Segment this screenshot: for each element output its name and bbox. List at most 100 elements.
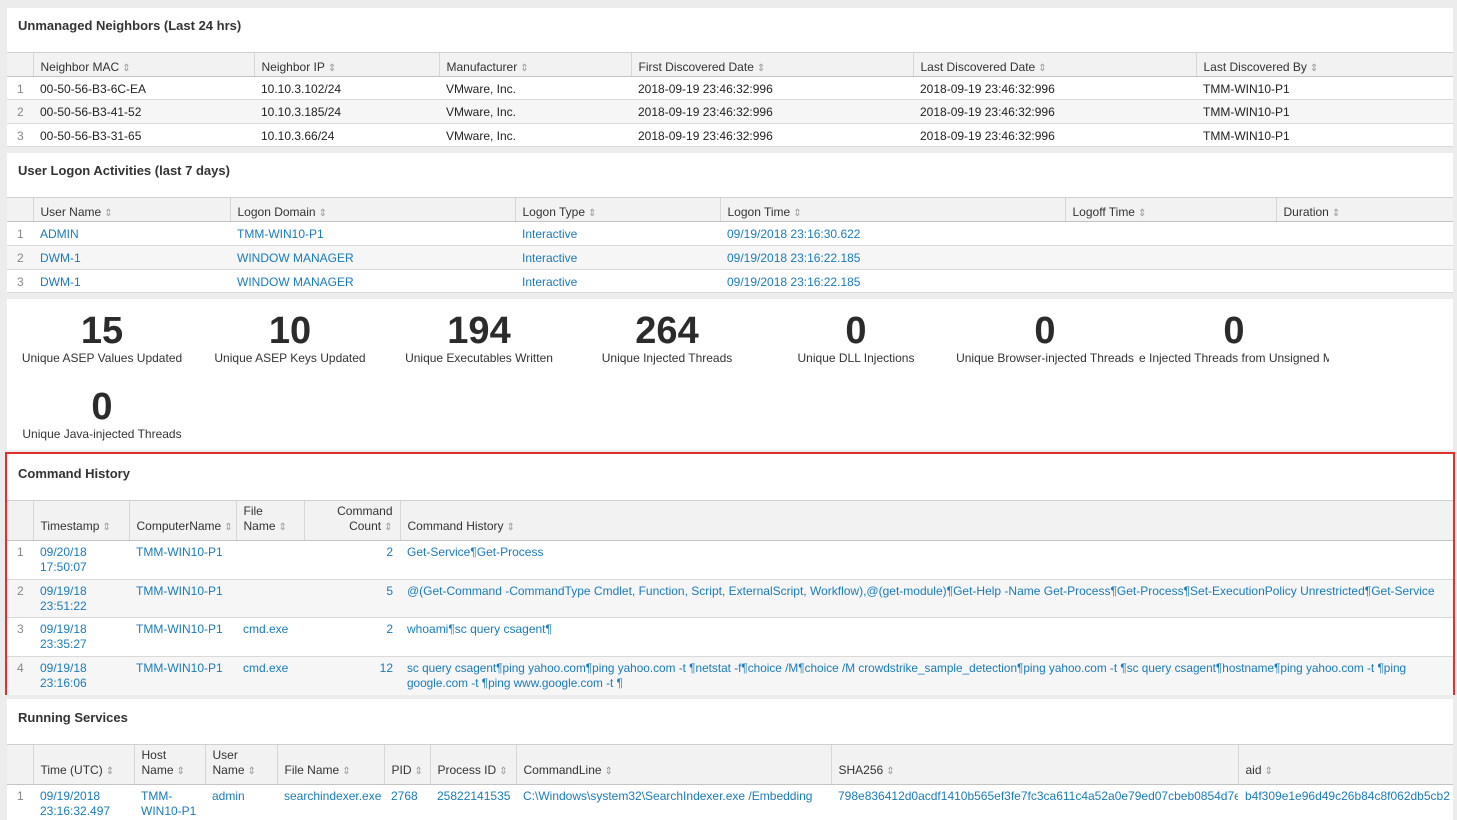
neighbors-col-last-date[interactable]: Last Discovered Date ⇕: [912, 52, 1196, 77]
svc-aid-link[interactable]: b4f309e1e96d49c26b84c8f062db5cb2: [1238, 785, 1453, 820]
neighbors-col-ip[interactable]: Neighbor IP ⇕: [253, 52, 439, 77]
neighbor-mac: 00-50-56-B3-41-52: [40, 105, 142, 119]
svc-col-sha[interactable]: SHA256 ⇕: [830, 744, 1238, 785]
logon-domain-link[interactable]: WINDOW MANAGER: [230, 246, 515, 270]
row-index: 1: [17, 82, 24, 96]
svc-col-aid[interactable]: aid ⇕: [1237, 744, 1453, 785]
svc-col-cmdline[interactable]: CommandLine ⇕: [515, 744, 831, 785]
command-history-panel: Command History Timestamp ⇕ ComputerName ⇕…: [5, 452, 1455, 695]
cmd-file-link[interactable]: cmd.exe: [236, 618, 304, 657]
manufacturer: VMware, Inc.: [446, 105, 517, 119]
svc-file-link[interactable]: searchindexer.exe: [277, 785, 384, 820]
stat-executables: 194 Unique Executables Written: [384, 311, 574, 365]
svc-col-procid[interactable]: Process ID ⇕: [429, 744, 516, 785]
command-history-title: Command History: [18, 466, 130, 481]
stat-value: 15: [80, 310, 124, 352]
svc-time-link[interactable]: 09/19/2018 23:16:32.497: [33, 785, 134, 820]
cmd-count-link[interactable]: 2: [304, 618, 400, 657]
stat-injected-threads: 264 Unique Injected Threads: [572, 311, 762, 365]
svc-col-file[interactable]: File Name ⇕: [276, 744, 384, 785]
cmd-history-link[interactable]: sc query csagent¶ping yahoo.com¶ping yah…: [400, 657, 1453, 695]
svc-col-time[interactable]: Time (UTC) ⇕: [32, 744, 134, 785]
stat-value: 0: [845, 310, 867, 352]
cmd-computer-link[interactable]: TMM-WIN10-P1: [129, 580, 236, 618]
cmd-col-filename[interactable]: File Name ⇕: [235, 500, 304, 541]
stat-asep-keys: 10 Unique ASEP Keys Updated: [195, 311, 385, 365]
cmd-file-link[interactable]: [236, 541, 304, 580]
cmd-count-link[interactable]: 2: [304, 541, 400, 580]
neighbors-col-manufacturer[interactable]: Manufacturer ⇕: [438, 52, 631, 77]
neighbors-col-first-date[interactable]: First Discovered Date ⇕: [630, 52, 913, 77]
svc-sha-link[interactable]: 798e836412d0acdf1410b565ef3fe7fc3ca611c4…: [831, 785, 1238, 820]
cmd-computer-link[interactable]: TMM-WIN10-P1: [129, 657, 236, 695]
cmd-file-link[interactable]: cmd.exe: [236, 657, 304, 695]
logons-col-time[interactable]: Logon Time ⇕: [719, 197, 1065, 222]
running-services-panel: Running Services Time (UTC) ⇕ Host Name ⇕ U…: [7, 699, 1453, 820]
cmd-history-link[interactable]: Get-Service¶Get-Process: [400, 541, 1453, 580]
stat-label: Unique Java-injected Threads: [22, 427, 182, 441]
stat-java-injected: 0 Unique Java-injected Threads: [7, 387, 197, 441]
logon-user-link[interactable]: DWM-1: [33, 246, 230, 270]
neighbors-panel: Unmanaged Neighbors (Last 24 hrs) Neighb…: [7, 8, 1453, 147]
last-discovered: 2018-09-19 23:46:32:996: [920, 82, 1055, 96]
row-index: 1: [17, 227, 24, 241]
cmd-history-link[interactable]: whoami¶sc query csagent¶: [400, 618, 1453, 657]
svc-host-link[interactable]: TMM- WIN10-P1: [134, 785, 205, 820]
cmd-computer-link[interactable]: TMM-WIN10-P1: [129, 541, 236, 580]
row-index: 3: [17, 275, 24, 289]
stat-value: 0: [91, 386, 113, 428]
logons-col-duration[interactable]: Duration ⇕: [1275, 197, 1453, 222]
logons-table: User Name ⇕ Logon Domain ⇕ Logon Type ⇕ Log…: [7, 197, 1453, 293]
manufacturer: VMware, Inc.: [446, 82, 517, 96]
logon-time-link[interactable]: 09/19/2018 23:16:22.185: [720, 270, 1065, 293]
logon-time-link[interactable]: 09/19/2018 23:16:22.185: [720, 246, 1065, 270]
svc-user-link[interactable]: admin: [205, 785, 277, 820]
svc-procid-link[interactable]: 25822141535: [430, 785, 516, 820]
stat-value: 264: [635, 310, 699, 352]
cmd-timestamp-link[interactable]: 09/19/18 23:16:06: [33, 657, 129, 695]
logons-panel: User Logon Activities (last 7 days) User…: [7, 153, 1453, 293]
logon-type-link[interactable]: Interactive: [515, 270, 720, 293]
logon-user-link[interactable]: DWM-1: [33, 270, 230, 293]
cmd-col-timestamp[interactable]: Timestamp ⇕: [32, 500, 129, 541]
cmd-col-history[interactable]: Command History ⇕: [399, 500, 1453, 541]
stats-panel: 15 Unique ASEP Values Updated 10 Unique AS…: [7, 299, 1453, 450]
logons-col-logoff[interactable]: Logoff Time ⇕: [1064, 197, 1276, 222]
stat-label: Unique Browser-injected Threads: [956, 351, 1134, 365]
cmd-timestamp-link[interactable]: 09/20/18 17:50:07: [33, 541, 129, 580]
cmd-computer-link[interactable]: TMM-WIN10-P1: [129, 618, 236, 657]
neighbors-col-last-by[interactable]: Last Discovered By ⇕: [1195, 52, 1453, 77]
logon-domain-link[interactable]: WINDOW MANAGER: [230, 270, 515, 293]
cmd-history-link[interactable]: @(Get-Command -CommandType Cmdlet, Funct…: [400, 580, 1453, 618]
neighbors-col-mac[interactable]: Neighbor MAC ⇕: [32, 52, 254, 77]
table-row: 1 09/20/18 17:50:07 TMM-WIN10-P1 2 Get-Se…: [7, 541, 1453, 580]
svc-cmdline-link[interactable]: C:\Windows\system32\SearchIndexer.exe /E…: [516, 785, 831, 820]
logon-type-link[interactable]: Interactive: [515, 222, 720, 246]
stat-value: 10: [268, 310, 312, 352]
logons-title: User Logon Activities (last 7 days): [18, 163, 230, 178]
svc-pid-link[interactable]: 2768: [384, 785, 430, 820]
logon-time-link[interactable]: 09/19/2018 23:16:30.622: [720, 222, 1065, 246]
logons-col-domain[interactable]: Logon Domain ⇕: [229, 197, 515, 222]
svc-col-pid[interactable]: PID ⇕: [383, 744, 430, 785]
logons-col-user[interactable]: User Name ⇕: [32, 197, 230, 222]
neighbor-mac: 00-50-56-B3-6C-EA: [40, 82, 147, 96]
svc-col-user[interactable]: User Name ⇕: [204, 744, 277, 785]
logons-col-type[interactable]: Logon Type ⇕: [514, 197, 720, 222]
cmd-col-computer[interactable]: ComputerName ⇕: [128, 500, 236, 541]
row-index: 2: [17, 251, 24, 265]
logon-type-link[interactable]: Interactive: [515, 246, 720, 270]
cmd-timestamp-link[interactable]: 09/19/18 23:51:22: [33, 580, 129, 618]
logon-domain-link[interactable]: TMM-WIN10-P1: [230, 222, 515, 246]
logon-user-link[interactable]: ADMIN: [33, 222, 230, 246]
cmd-col-count[interactable]: Command Count ⇕: [303, 500, 400, 541]
logoff-time: [1065, 270, 1276, 293]
stat-value: 0: [1223, 310, 1245, 352]
cmd-file-link[interactable]: [236, 580, 304, 618]
cmd-count-link[interactable]: 5: [304, 580, 400, 618]
svc-col-host[interactable]: Host Name ⇕: [133, 744, 205, 785]
neighbors-col-index: [7, 52, 33, 77]
cmd-timestamp-link[interactable]: 09/19/18 23:35:27: [33, 618, 129, 657]
stat-asep-values: 15 Unique ASEP Values Updated: [7, 311, 197, 365]
cmd-count-link[interactable]: 12: [304, 657, 400, 695]
